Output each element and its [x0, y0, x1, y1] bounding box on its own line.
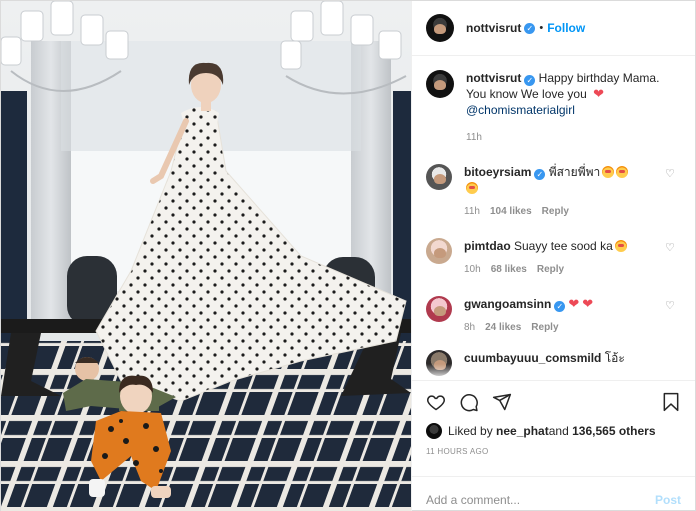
caption-time[interactable]: 11h [466, 130, 681, 146]
comment-text: พี่สายพี่พา [545, 165, 601, 179]
comment-item: pimtdao Suayy tee sood ka 10h 68 likes Rep… [426, 238, 681, 278]
comment-username[interactable]: bitoeyrsiam [464, 165, 531, 179]
red-heart-emoji: ❤ [582, 296, 594, 311]
comment-body: pimtdao Suayy tee sood ka 10h 68 likes Rep… [464, 238, 627, 278]
liked-by-user[interactable]: nee_phat [496, 424, 549, 438]
verified-badge-icon: ✓ [534, 169, 546, 180]
author-avatar[interactable] [426, 14, 454, 42]
comment-username[interactable]: gwangoamsinn [464, 297, 551, 311]
comment-meta: 11h 104 likes Reply [464, 204, 628, 220]
commenter-avatar[interactable] [426, 296, 452, 322]
heart-icon[interactable] [426, 392, 446, 412]
star-struck-emoji [614, 240, 627, 252]
post-photo[interactable] [1, 1, 411, 511]
reply-button[interactable]: Reply [537, 264, 564, 275]
liked-by-suffix: and [548, 424, 569, 438]
comment-meta: 8h 24 likes Reply [464, 320, 593, 336]
instagram-post: nottvisrut ✓ • Follow nottvisrut ✓ Happy … [0, 0, 696, 511]
comment-text: โอ้ะ [601, 351, 625, 365]
liker-avatar[interactable] [426, 423, 442, 439]
star-struck-emoji [602, 166, 615, 178]
photo-illustration [1, 1, 411, 511]
reply-button[interactable]: Reply [542, 206, 569, 217]
comment-time[interactable]: 8h [464, 322, 475, 333]
red-heart-emoji: ❤ [568, 296, 580, 311]
red-heart-emoji: ❤ [593, 86, 604, 101]
comment-username[interactable]: cuumbayuuu_comsmild [464, 351, 601, 365]
comment-item: bitoeyrsiam ✓ พี่สายพี่พา 11h 104 likes Rep… [426, 164, 681, 220]
comment-likes[interactable]: 104 likes [490, 206, 532, 217]
caption-username[interactable]: nottvisrut [466, 71, 521, 85]
comment-meta: 10h 68 likes Reply [464, 262, 627, 278]
comment-time[interactable]: 10h [464, 264, 481, 275]
liked-count[interactable]: 136,565 others [572, 424, 655, 438]
comment-body: gwangoamsinn ✓ ❤ ❤ 8h 24 likes Reply [464, 296, 593, 336]
commenter-avatar[interactable] [426, 238, 452, 264]
scroll-fade [412, 364, 695, 380]
verified-badge-icon: ✓ [554, 301, 566, 312]
author-username[interactable]: nottvisrut [466, 21, 521, 35]
share-icon[interactable] [492, 392, 512, 412]
caption-mention[interactable]: @chomismaterialgirl [466, 103, 575, 117]
post-timestamp[interactable]: 11 HOURS AGO [426, 447, 681, 456]
post-actions: Liked by nee_phat and 136,565 others 11 … [412, 380, 695, 511]
header-separator: • [539, 22, 544, 34]
comment-like-heart-icon[interactable]: ♡ [665, 169, 675, 180]
post-panel: nottvisrut ✓ • Follow nottvisrut ✓ Happy … [411, 1, 695, 511]
comment-like-heart-icon[interactable]: ♡ [665, 243, 675, 254]
caption-avatar[interactable] [426, 70, 454, 98]
commenter-avatar[interactable] [426, 164, 452, 190]
comments-list[interactable]: nottvisrut ✓ Happy birthday Mama. You kno… [412, 56, 695, 380]
comment-time[interactable]: 11h [464, 206, 480, 217]
caption: nottvisrut ✓ Happy birthday Mama. You kno… [426, 70, 681, 146]
comment-likes[interactable]: 24 likes [485, 322, 521, 333]
verified-badge-icon: ✓ [524, 75, 536, 86]
star-struck-emoji [616, 166, 629, 178]
comment-like-heart-icon[interactable]: ♡ [665, 301, 675, 312]
comment-body: bitoeyrsiam ✓ พี่สายพี่พา 11h 104 likes Rep… [464, 164, 629, 220]
action-icons [426, 389, 681, 415]
likes-summary: Liked by nee_phat and 136,565 others [426, 423, 681, 439]
liked-by-prefix: Liked by [448, 424, 493, 438]
add-comment-input[interactable] [426, 492, 655, 507]
follow-button[interactable]: Follow [547, 21, 585, 35]
comment-icon[interactable] [459, 392, 479, 412]
post-header: nottvisrut ✓ • Follow [412, 1, 695, 56]
add-comment-bar: Post [412, 476, 695, 511]
verified-badge-icon: ✓ [524, 22, 536, 34]
post-comment-button[interactable]: Post [655, 493, 681, 507]
comment-item: gwangoamsinn ✓ ❤ ❤ 8h 24 likes Reply ♡ [426, 296, 681, 336]
star-struck-emoji [466, 182, 478, 194]
bookmark-icon[interactable] [661, 392, 681, 412]
comment-likes[interactable]: 68 likes [491, 264, 527, 275]
reply-button[interactable]: Reply [531, 322, 558, 333]
comment-username[interactable]: pimtdao [464, 239, 511, 253]
caption-body: nottvisrut ✓ Happy birthday Mama. You kno… [466, 70, 681, 146]
comment-text: Suayy tee sood ka [510, 239, 613, 253]
